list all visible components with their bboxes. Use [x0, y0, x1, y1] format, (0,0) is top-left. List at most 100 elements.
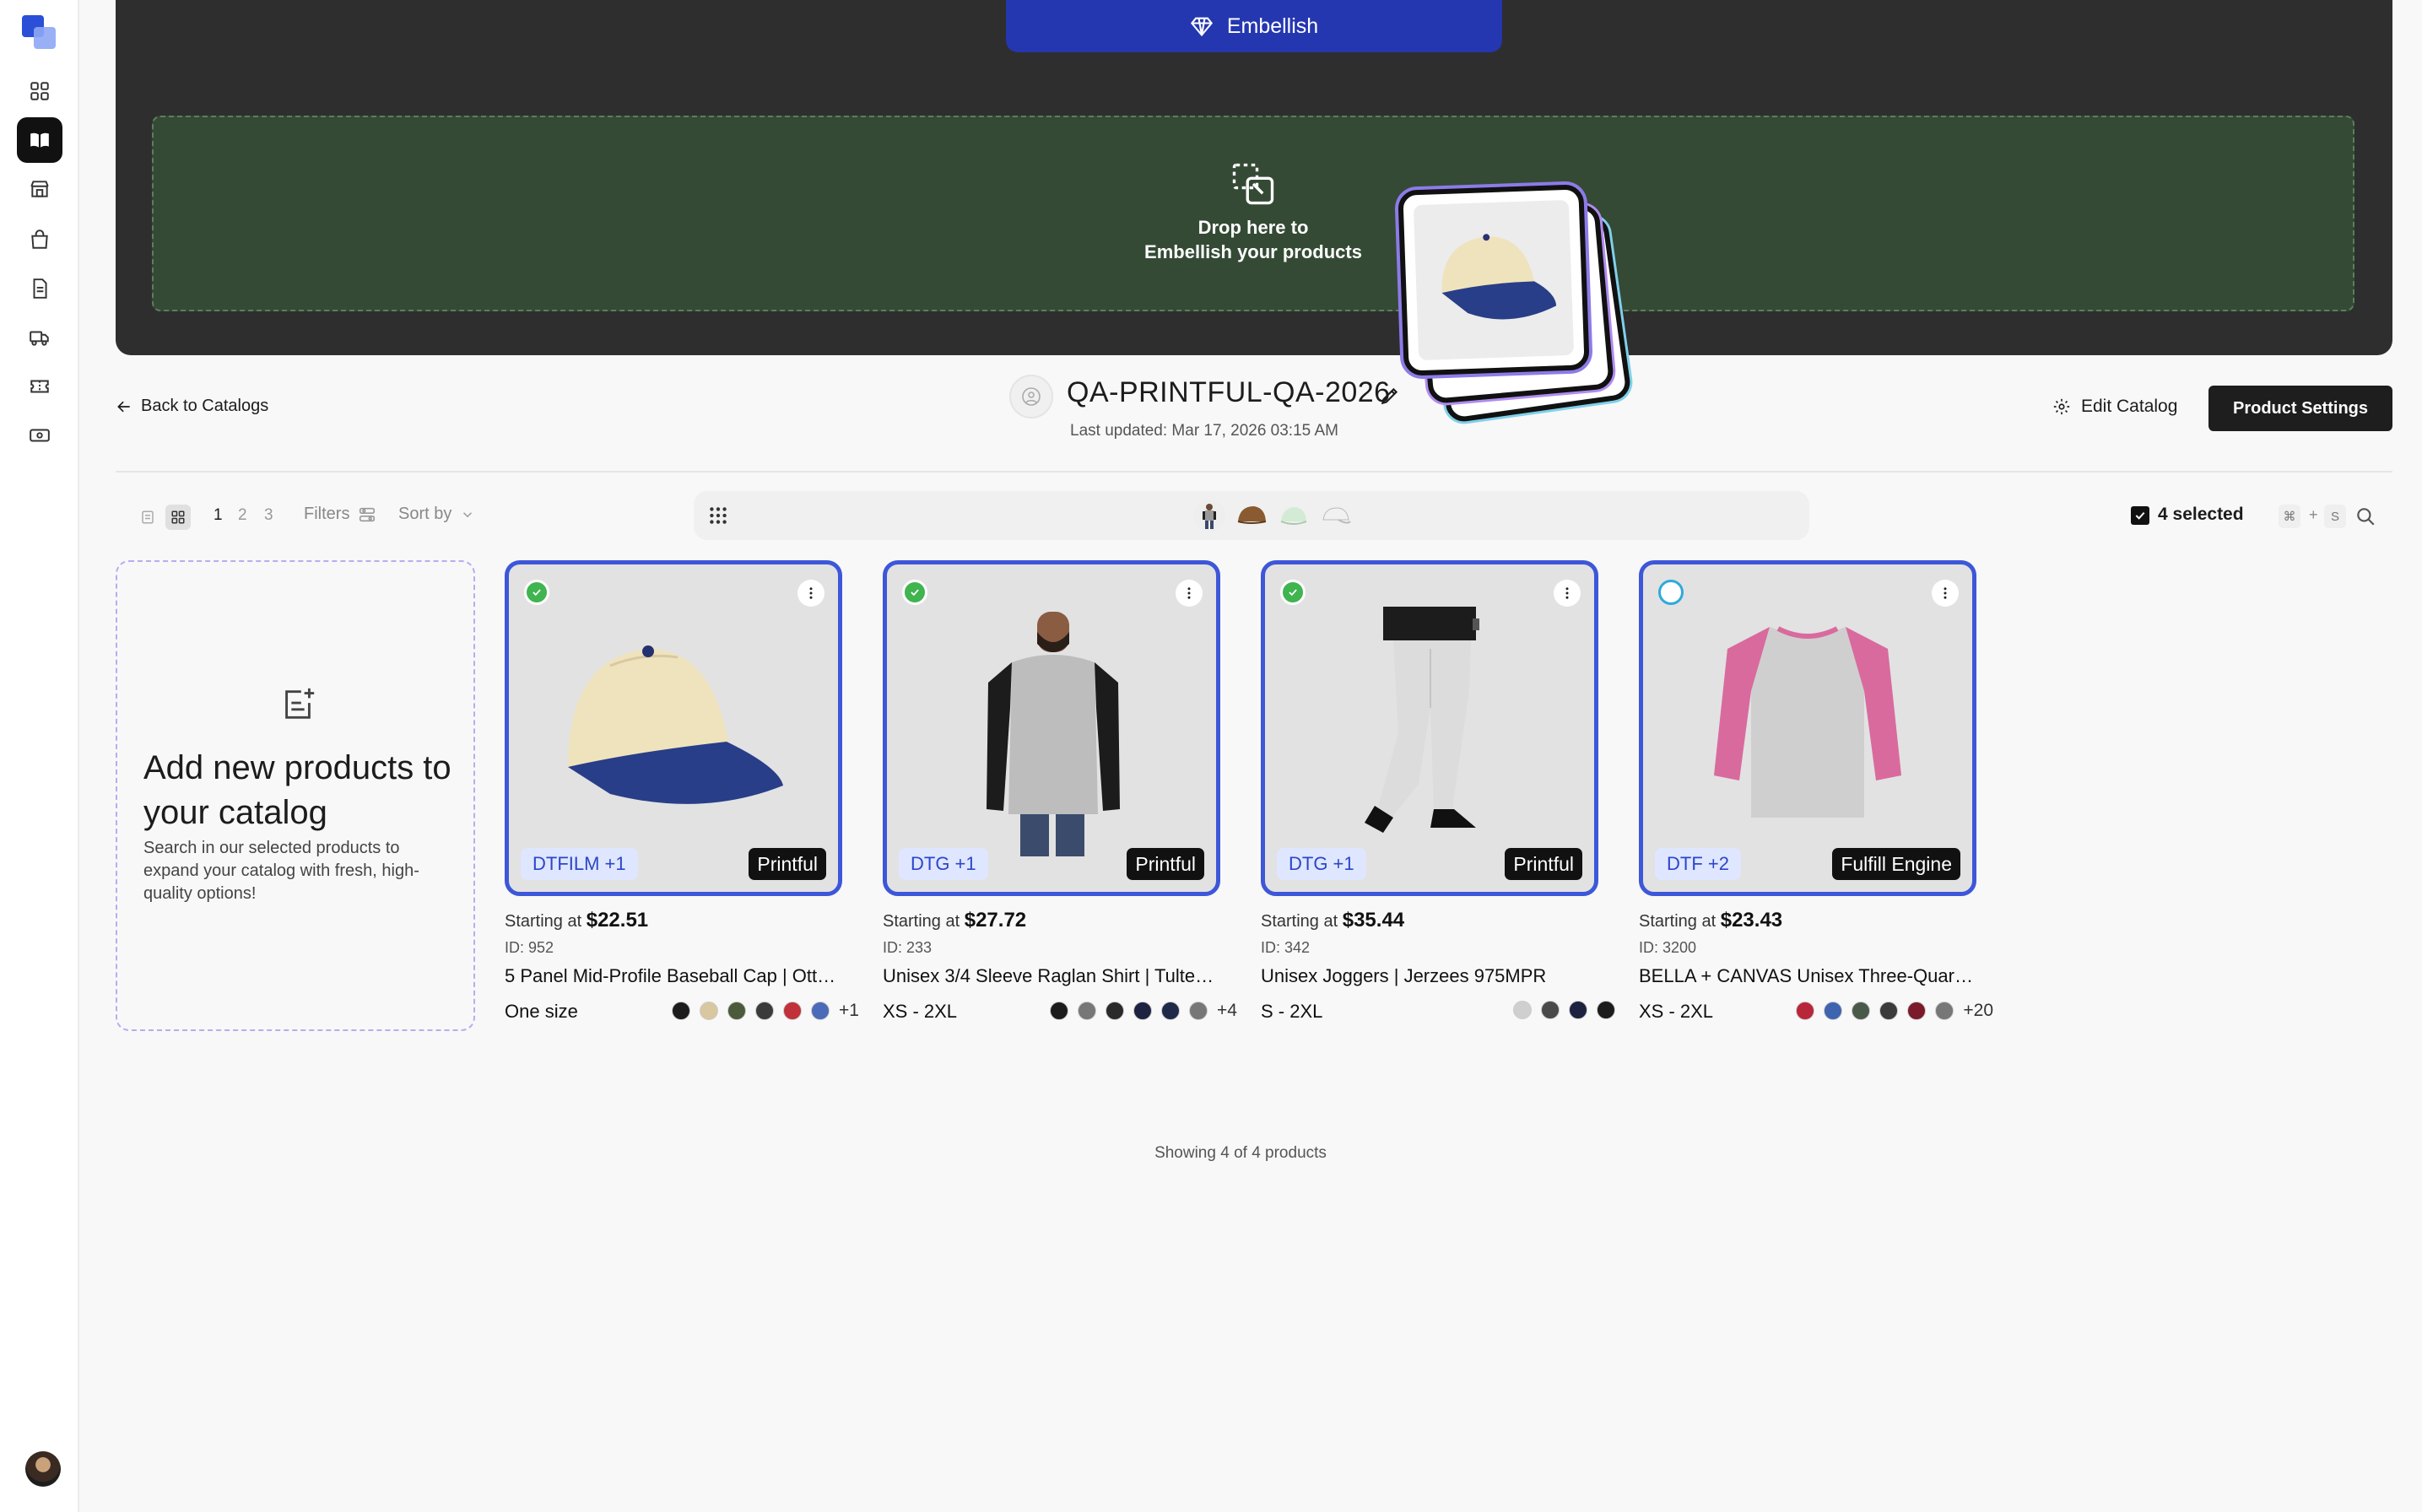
- embellish-dropzone[interactable]: [152, 116, 2354, 311]
- search-icon[interactable]: [2354, 505, 2376, 527]
- color-swatch[interactable]: [672, 1002, 691, 1020]
- dashboard-icon[interactable]: [17, 68, 62, 114]
- color-swatch[interactable]: [1513, 1001, 1532, 1019]
- chevron-down-icon: [463, 511, 473, 517]
- density-option-2[interactable]: 2: [238, 506, 247, 525]
- cap-preview-image: [1441, 234, 1557, 320]
- gear-icon: [2053, 398, 2070, 415]
- color-swatch[interactable]: [700, 1002, 719, 1020]
- product-card[interactable]: DTG +1 Printful: [883, 560, 1220, 896]
- back-to-catalogs-link[interactable]: Back to Catalogs: [116, 397, 268, 416]
- product-thumbnail[interactable]: [1278, 500, 1310, 532]
- product-card[interactable]: DTFILM +1 Printful: [505, 560, 842, 896]
- product-thumbnail[interactable]: [1193, 500, 1225, 532]
- color-swatch[interactable]: [1935, 1002, 1954, 1020]
- drop-target-icon: [1232, 163, 1274, 205]
- embellish-label: Embellish: [1226, 14, 1319, 38]
- product-id: ID: 342: [1261, 939, 1311, 956]
- color-swatch[interactable]: [727, 1002, 747, 1020]
- product-name[interactable]: Unisex Joggers | Jerzees 975MPR: [1261, 965, 1598, 987]
- grid-view-toggle[interactable]: [165, 505, 191, 530]
- more-options-button[interactable]: [1176, 580, 1203, 607]
- shortcut-key-s: S: [2324, 505, 2346, 528]
- product-thumbnail[interactable]: [1320, 500, 1352, 532]
- app-logo[interactable]: [22, 15, 57, 51]
- apps-grid-icon[interactable]: [707, 505, 729, 526]
- product-name[interactable]: 5 Panel Mid-Profile Baseball Cap | Otto …: [505, 965, 842, 987]
- list-view-icon: [142, 510, 154, 524]
- list-view-toggle[interactable]: [135, 505, 160, 530]
- color-swatch[interactable]: [1796, 1002, 1815, 1020]
- color-swatch[interactable]: [1133, 1002, 1153, 1020]
- ticket-icon[interactable]: [17, 364, 62, 409]
- more-options-button[interactable]: [797, 580, 824, 607]
- color-swatch[interactable]: [1879, 1002, 1899, 1020]
- color-swatch[interactable]: [1597, 1001, 1615, 1019]
- status-pending-icon: [1658, 580, 1684, 605]
- size-row: XS - 2XL +20: [1639, 999, 1993, 1024]
- size-row: One size +1: [505, 999, 859, 1024]
- select-all-checkbox[interactable]: [2131, 506, 2149, 525]
- drag-preview-card[interactable]: [1398, 184, 1590, 376]
- product-card[interactable]: DTG +1 Printful: [1261, 560, 1598, 896]
- color-swatch[interactable]: [755, 1002, 775, 1020]
- document-icon[interactable]: [17, 266, 62, 311]
- product-id: ID: 233: [883, 939, 933, 956]
- color-swatch[interactable]: [783, 1002, 803, 1020]
- starting-at-label: Starting at: [1261, 912, 1338, 931]
- shipping-truck-icon[interactable]: [17, 315, 62, 360]
- embellish-button[interactable]: Embellish: [1006, 0, 1502, 52]
- product-settings-button[interactable]: Product Settings: [2208, 386, 2392, 431]
- color-swatch[interactable]: [1161, 1002, 1181, 1020]
- add-document-icon: [285, 688, 315, 719]
- edit-catalog-button[interactable]: Edit Catalog: [2052, 397, 2177, 417]
- shortcut-plus: +: [2309, 506, 2318, 523]
- shopping-bag-icon[interactable]: [17, 217, 62, 262]
- more-colors-count: +20: [1963, 1001, 1993, 1020]
- size-row: XS - 2XL +4: [883, 999, 1237, 1024]
- color-swatch[interactable]: [811, 1002, 830, 1020]
- density-option-1[interactable]: 1: [214, 506, 223, 525]
- color-swatch[interactable]: [1050, 1002, 1069, 1020]
- density-option-3[interactable]: 3: [264, 506, 273, 525]
- product-name[interactable]: BELLA + CANVAS Unisex Three-Quarter Slee…: [1639, 965, 1976, 987]
- sort-by-dropdown[interactable]: Sort by: [398, 505, 475, 524]
- product-name[interactable]: Unisex 3/4 Sleeve Raglan Shirt | Tultex …: [883, 965, 1220, 987]
- filters-button[interactable]: Filters: [304, 505, 376, 524]
- payments-icon[interactable]: [17, 413, 62, 458]
- user-circle-icon: [1022, 387, 1041, 406]
- user-avatar[interactable]: [25, 1451, 61, 1487]
- catalog-avatar[interactable]: [1009, 375, 1053, 418]
- color-swatch[interactable]: [1106, 1002, 1125, 1020]
- more-colors-count: +4: [1217, 1001, 1237, 1020]
- color-swatches: +20: [1796, 1001, 1993, 1021]
- color-swatch[interactable]: [1852, 1002, 1871, 1020]
- store-icon[interactable]: [17, 166, 62, 212]
- sort-label: Sort by: [398, 505, 452, 523]
- kebab-menu-icon: [1565, 587, 1569, 599]
- checkmark-icon: [2135, 511, 2145, 520]
- color-swatch[interactable]: [1189, 1002, 1208, 1020]
- more-options-button[interactable]: [1932, 580, 1959, 607]
- last-updated: Last updated: Mar 17, 2026 03:15 AM: [1070, 422, 1338, 440]
- vendor-badge: Printful: [1127, 848, 1204, 880]
- color-swatch[interactable]: [1907, 1002, 1927, 1020]
- color-swatches: +4: [1050, 1001, 1237, 1021]
- selected-count: 4 selected: [2158, 505, 2244, 524]
- print-method-badge: DTG +1: [1277, 848, 1366, 880]
- pencil-icon[interactable]: [1379, 385, 1401, 407]
- product-card[interactable]: DTF +2 Fulfill Engine: [1639, 560, 1976, 896]
- color-swatch[interactable]: [1824, 1002, 1843, 1020]
- product-thumbnail[interactable]: [1235, 500, 1268, 532]
- product-info: Starting at $23.43 ID: 3200 BELLA + CANV…: [1639, 909, 1993, 1024]
- sliders-icon: [360, 507, 376, 521]
- diamond-icon: [1190, 17, 1213, 37]
- starting-at-label: Starting at: [1639, 912, 1716, 931]
- color-swatch[interactable]: [1078, 1002, 1097, 1020]
- baseball-cap-image: [568, 645, 783, 804]
- color-swatch[interactable]: [1541, 1001, 1560, 1019]
- catalog-book-icon[interactable]: [17, 117, 62, 163]
- arrow-left-icon: [117, 401, 130, 412]
- more-options-button[interactable]: [1554, 580, 1581, 607]
- color-swatch[interactable]: [1569, 1001, 1587, 1019]
